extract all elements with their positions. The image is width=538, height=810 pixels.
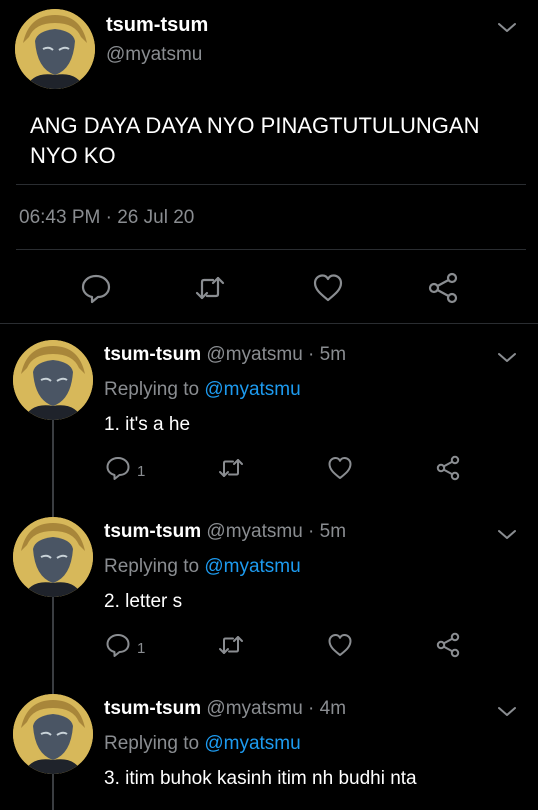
like-icon[interactable] [326,454,354,482]
handle-and-time: @myatsmu · 5m [201,344,347,365]
divider [16,184,526,185]
reply-tweet[interactable]: tsum-tsum @myatsmu · 5m Replying to @mya… [0,503,538,679]
avatar[interactable] [13,517,93,597]
share-icon[interactable] [434,631,462,659]
display-name[interactable]: tsum-tsum [104,521,201,542]
mention-link[interactable]: @myatsmu [204,556,300,577]
share-icon[interactable] [426,271,460,305]
avatar-image [15,9,95,89]
avatar[interactable] [13,340,93,420]
chevron-down-icon[interactable] [495,16,519,40]
tweet-text: 3. itim buhok kasinh itim nh budhi nta [104,768,417,789]
avatar-image [13,340,93,420]
reply-tweet[interactable]: tsum-tsum @myatsmu · 4m Replying to @mya… [0,680,538,810]
chevron-down-icon[interactable] [495,523,519,547]
replying-prefix: Replying to [104,733,205,754]
avatar[interactable] [15,9,95,89]
reply-header: tsum-tsum @myatsmu · 5m [104,344,346,366]
reply-count: 1 [137,640,146,657]
like-icon[interactable] [326,631,354,659]
replying-prefix: Replying to [104,379,205,400]
chevron-down-icon[interactable] [495,700,519,724]
like-icon[interactable] [311,271,345,305]
reply-count: 1 [137,463,146,480]
reply-icon[interactable] [104,631,132,659]
share-icon[interactable] [434,454,462,482]
reply-icon[interactable] [79,271,113,305]
chevron-down-icon[interactable] [495,346,519,370]
replying-prefix: Replying to [104,556,205,577]
reply-header: tsum-tsum @myatsmu · 4m [104,698,346,720]
tweet-text: ANG DAYA DAYA NYO PINAGTUTULUNGAN NYO KO [30,113,480,168]
handle-and-time: @myatsmu · 5m [201,521,347,542]
tweet-text: 2. letter s [104,591,183,612]
display-name[interactable]: tsum-tsum [104,344,201,365]
replying-to: Replying to @myatsmu [104,556,301,578]
mention-link[interactable]: @myatsmu [204,379,300,400]
retweet-icon[interactable] [193,271,227,305]
avatar-image [13,694,93,774]
tweet-text: 1. it's a he [104,414,191,435]
display-name[interactable]: tsum-tsum [106,14,208,37]
avatar[interactable] [13,694,93,774]
avatar-image [13,517,93,597]
display-name[interactable]: tsum-tsum [104,698,201,719]
replying-to: Replying to @myatsmu [104,379,301,401]
divider [16,249,526,250]
reply-icon[interactable] [104,454,132,482]
divider [0,323,538,324]
replying-to: Replying to @myatsmu [104,733,301,755]
mention-link[interactable]: @myatsmu [204,733,300,754]
retweet-icon[interactable] [217,454,245,482]
handle-and-time: @myatsmu · 4m [201,698,347,719]
timestamp[interactable]: 06:43 PM · 26 Jul 20 [19,207,194,229]
reply-tweet[interactable]: tsum-tsum @myatsmu · 5m Replying to @mya… [0,326,538,502]
reply-header: tsum-tsum @myatsmu · 5m [104,521,346,543]
handle[interactable]: @myatsmu [106,44,202,66]
retweet-icon[interactable] [217,631,245,659]
